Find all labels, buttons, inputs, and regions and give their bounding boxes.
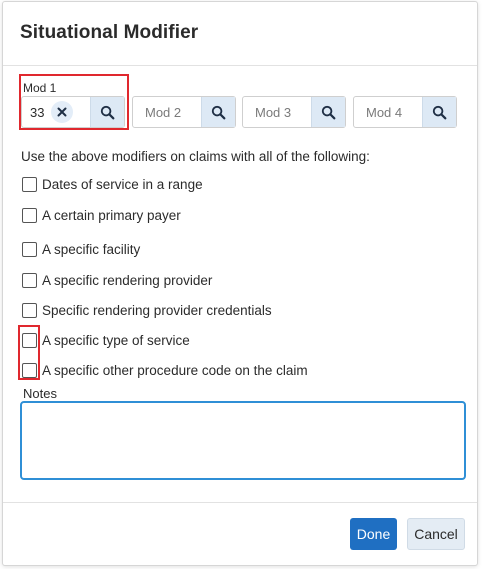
done-button[interactable]: Done	[350, 518, 397, 550]
mod3-search-button[interactable]	[311, 97, 345, 127]
dialog-title: Situational Modifier	[20, 22, 199, 43]
criteria-label: A specific other procedure code on the c…	[42, 362, 308, 378]
cancel-button[interactable]: Cancel	[407, 518, 465, 550]
search-icon	[321, 105, 336, 119]
checkbox[interactable]	[22, 207, 37, 223]
criteria-label: Specific rendering provider credentials	[42, 302, 272, 318]
checkbox[interactable]	[22, 362, 37, 378]
situational-modifier-dialog: Situational Modifier Mod 1 33 Mod 2 Mod …	[2, 1, 478, 566]
criteria-label: A certain primary payer	[42, 207, 181, 223]
notes-label: Notes	[23, 386, 57, 401]
checkbox[interactable]	[22, 272, 37, 288]
criteria-dates-of-service[interactable]: Dates of service in a range	[22, 175, 203, 193]
search-icon	[100, 105, 115, 119]
mod1-value: 33	[30, 105, 45, 120]
header-divider	[3, 65, 477, 66]
mod3-placeholder: Mod 3	[255, 105, 292, 120]
mod2-search-button[interactable]	[201, 97, 235, 127]
mod1-field[interactable]: 33	[21, 96, 125, 128]
notes-textarea[interactable]	[20, 401, 466, 480]
mod1-search-button[interactable]	[90, 97, 124, 127]
checkbox[interactable]	[22, 176, 37, 192]
mod1-label: Mod 1	[23, 81, 57, 95]
mod2-placeholder: Mod 2	[145, 105, 182, 120]
criteria-label: A specific type of service	[42, 332, 190, 348]
search-icon	[432, 105, 447, 119]
footer-divider	[3, 502, 477, 503]
criteria-provider-credentials[interactable]: Specific rendering provider credentials	[22, 301, 272, 319]
instruction-text: Use the above modifiers on claims with a…	[21, 149, 370, 164]
criteria-primary-payer[interactable]: A certain primary payer	[22, 206, 181, 224]
close-icon	[57, 107, 67, 117]
criteria-label: A specific rendering provider	[42, 272, 213, 288]
mod1-clear-button[interactable]	[51, 101, 73, 123]
criteria-label: A specific facility	[42, 241, 141, 257]
checkbox[interactable]	[22, 332, 37, 348]
mod4-search-button[interactable]	[422, 97, 456, 127]
mod3-field[interactable]: Mod 3	[242, 96, 346, 128]
criteria-other-procedure-code[interactable]: A specific other procedure code on the c…	[22, 361, 308, 379]
mod4-field[interactable]: Mod 4	[353, 96, 457, 128]
criteria-label: Dates of service in a range	[42, 176, 203, 192]
search-icon	[211, 105, 226, 119]
criteria-rendering-provider[interactable]: A specific rendering provider	[22, 271, 212, 289]
criteria-facility[interactable]: A specific facility	[22, 240, 140, 258]
checkbox[interactable]	[22, 241, 37, 257]
criteria-type-of-service[interactable]: A specific type of service	[22, 331, 190, 349]
screen: Situational Modifier Mod 1 33 Mod 2 Mod …	[0, 0, 482, 569]
mod4-placeholder: Mod 4	[366, 105, 403, 120]
mod2-field[interactable]: Mod 2	[132, 96, 236, 128]
checkbox[interactable]	[22, 302, 37, 318]
